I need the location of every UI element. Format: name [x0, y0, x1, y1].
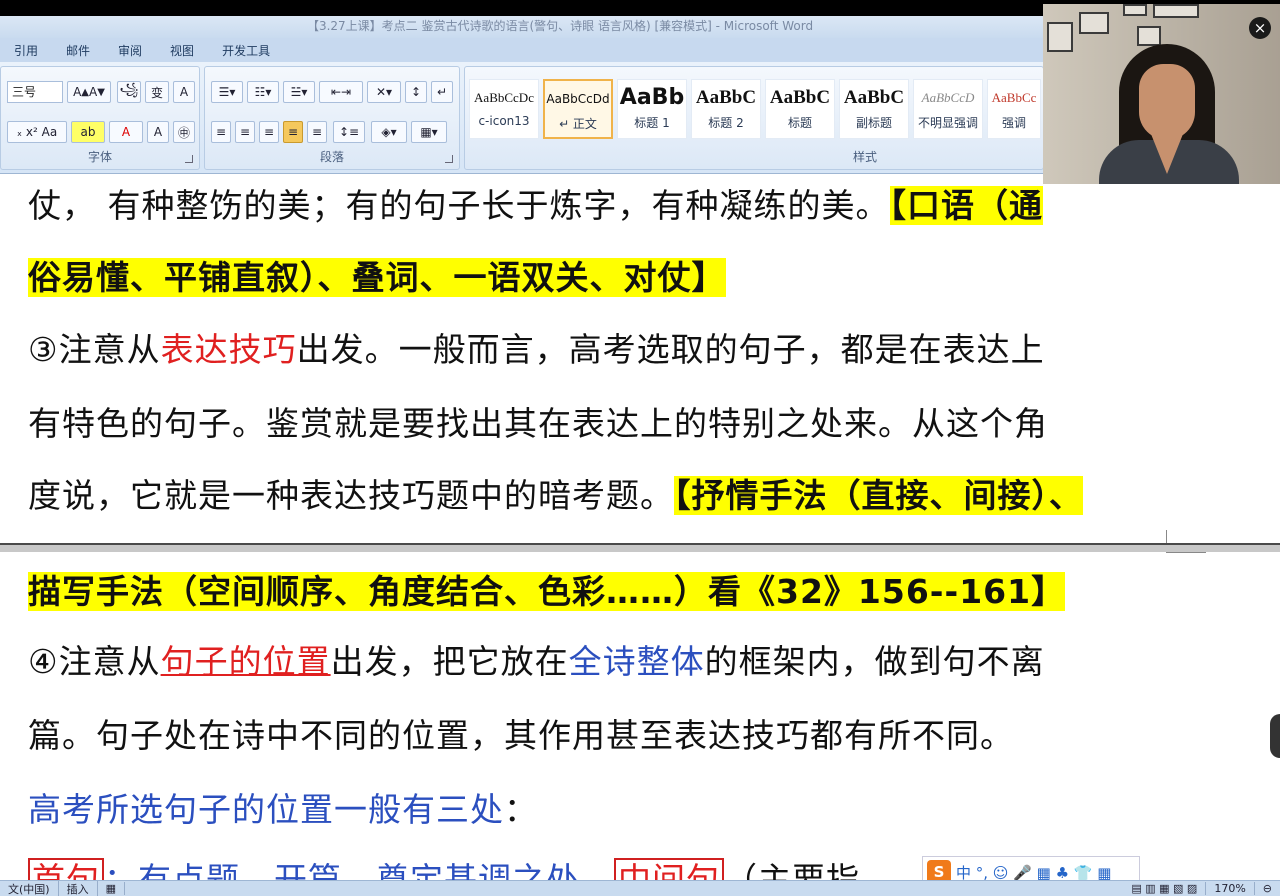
tab-references[interactable]: 引用	[0, 42, 52, 59]
char-shading-icon[interactable]: A	[173, 81, 195, 103]
boxed-keyword: 首句	[28, 858, 104, 880]
tab-mailings[interactable]: 邮件	[52, 42, 104, 59]
tab-developer[interactable]: 开发工具	[208, 42, 284, 59]
chinese-layout-icon[interactable]: ✕▾	[367, 81, 401, 103]
highlighted-text: 描写手法（空间顺序、角度结合、色彩……）看《32》156--161】	[28, 572, 1066, 611]
wall-frame	[1123, 4, 1147, 16]
doc-line-2: 俗易懂、平铺直叙）、叠词、一语双关、对仗】	[28, 248, 726, 308]
text-run: 仗， 有种整饬的美；有的句子长于炼字，有种凝练的美。	[28, 186, 890, 225]
sort-icon[interactable]: ↕	[405, 81, 427, 103]
style-title[interactable]: AaBbC 标题	[765, 79, 835, 139]
doc-line-6: 描写手法（空间顺序、角度结合、色彩……）看《32》156--161】	[28, 562, 1066, 622]
font-group: 三号 A ▲ A ▼ ꧁ 变 A ₓ x² Aa ab A A ㊥ 字体	[0, 66, 200, 170]
document-area[interactable]: 仗， 有种整饬的美；有的句子长于炼字，有种凝练的美。【口语（通 俗易懂、平铺直叙…	[0, 174, 1280, 880]
text-run: ④注意从	[28, 642, 161, 681]
paragraph-group: ☰▾ ☷▾ ☱▾ ⇤⇥ ✕▾ ↕ ↵ ≡ ≡ ≡ ≡ ≡ ↕≡ ◈▾ ▦▾ 段落	[204, 66, 460, 170]
styles-group: AaBbCcDc c-icon13 AaBbCcDd ↵ 正文 AaBb 标题 …	[464, 66, 1044, 170]
insert-mode-indicator[interactable]: 插入	[59, 880, 98, 896]
char-border-icon[interactable]: 变	[145, 81, 169, 103]
numbering-icon[interactable]: ☷▾	[247, 81, 279, 103]
wall-frame	[1079, 12, 1109, 34]
bullets-icon[interactable]: ☰▾	[211, 81, 243, 103]
zoom-out-icon[interactable]: ⊖	[1255, 882, 1280, 895]
highlighted-text: 俗易懂、平铺直叙）、叠词、一语双关、对仗】	[28, 258, 726, 297]
font-dialog-launcher-icon[interactable]	[185, 155, 193, 163]
text-run: 的框架内，做到句不离	[704, 642, 1045, 681]
char-shading-button[interactable]: A	[147, 121, 169, 143]
doc-line-7: ④注意从句子的位置出发，把它放在全诗整体的框架内，做到句不离	[28, 632, 1045, 692]
blue-heading: 高考所选句子的位置一般有三处	[28, 790, 504, 829]
paragraph-group-label: 段落	[319, 150, 344, 164]
doc-line-3: ③注意从表达技巧出发。一般而言，高考选取的句子，都是在表达上	[28, 320, 1045, 380]
style-normal[interactable]: AaBbCcDd ↵ 正文	[543, 79, 613, 139]
zoom-level[interactable]: 170%	[1206, 882, 1255, 895]
style-heading-2[interactable]: AaBbC 标题 2	[691, 79, 761, 139]
style-subtitle[interactable]: AaBbC 副标题	[839, 79, 909, 139]
justify-icon[interactable]: ≡	[283, 121, 303, 143]
text-run: ③注意从	[28, 330, 161, 369]
text-run: （主要指	[724, 860, 860, 880]
style-heading-1[interactable]: AaBb 标题 1	[617, 79, 687, 139]
align-right-icon[interactable]: ≡	[259, 121, 279, 143]
align-left-icon[interactable]: ≡	[211, 121, 231, 143]
blue-text: ：有点题、开篇、奠定基调之处。	[104, 860, 614, 880]
line-spacing-icon[interactable]: ↕≡	[333, 121, 365, 143]
boxed-keyword: 中间句	[614, 858, 724, 880]
style-emphasis[interactable]: AaBbCc 强调	[987, 79, 1041, 139]
grow-shrink-font-buttons[interactable]: A ▲ A ▼	[67, 81, 111, 103]
show-marks-icon[interactable]: ↵	[431, 81, 453, 103]
tab-review[interactable]: 审阅	[104, 42, 156, 59]
red-underlined-keyword: 句子的位置	[160, 642, 331, 681]
shading-icon[interactable]: ◈▾	[371, 121, 407, 143]
align-center-icon[interactable]: ≡	[235, 121, 255, 143]
phonetic-guide-icon[interactable]: ꧁	[117, 81, 141, 103]
page-corner-mark	[1166, 552, 1206, 553]
wall-frame	[1153, 4, 1199, 18]
text-run: ：	[504, 790, 538, 829]
close-icon[interactable]: ×	[1249, 17, 1271, 39]
language-indicator[interactable]: 文(中国)	[0, 880, 59, 896]
status-bar: 文(中国) 插入 ▦ ▤ ▥ ▦ ▧ ▨ 170% ⊖	[0, 880, 1280, 896]
macro-record-icon[interactable]: ▦	[98, 882, 125, 895]
styles-group-label: 样式	[852, 150, 877, 164]
wall-frame	[1047, 22, 1073, 52]
wall-frame	[1137, 26, 1161, 46]
doc-line-5: 度说，它就是一种表达技巧题中的暗考题。【抒情手法（直接、间接）、	[28, 466, 1083, 526]
tab-view[interactable]: 视图	[156, 42, 208, 59]
doc-line-10: 首句 ：有点题、开篇、奠定基调之处。 中间句 （主要指	[28, 850, 860, 880]
text-run: 度说，它就是一种表达技巧题中的暗考题。	[28, 476, 674, 515]
font-group-label: 字体	[87, 150, 112, 164]
webcam-overlay	[1043, 4, 1280, 184]
font-color-icon[interactable]: A	[109, 121, 143, 143]
page-gap	[0, 545, 1280, 552]
subscript-superscript-buttons[interactable]: ₓ x² Aa	[7, 121, 67, 143]
font-size-select[interactable]: 三号	[7, 81, 63, 103]
page-corner-mark	[1166, 530, 1206, 543]
red-keyword: 表达技巧	[160, 330, 297, 369]
text-run: 出发，把它放在	[330, 642, 569, 681]
view-buttons[interactable]: ▤ ▥ ▦ ▧ ▨	[1123, 882, 1207, 895]
presenter-face	[1139, 64, 1195, 140]
scroll-handle[interactable]	[1270, 714, 1280, 758]
style-c-icon13[interactable]: AaBbCcDc c-icon13	[469, 79, 539, 139]
highlighted-text: 【口语（通	[889, 186, 1043, 225]
distributed-icon[interactable]: ≡	[307, 121, 327, 143]
blue-keyword: 全诗整体	[568, 642, 705, 681]
highlight-color-icon[interactable]: ab	[71, 121, 105, 143]
borders-icon[interactable]: ▦▾	[411, 121, 447, 143]
multilevel-list-icon[interactable]: ☱▾	[283, 81, 315, 103]
style-subtle-emphasis[interactable]: AaBbCcD 不明显强调	[913, 79, 983, 139]
doc-line-8: 篇。句子处在诗中不同的位置，其作用甚至表达技巧都有所不同。	[28, 716, 1014, 755]
doc-line-9: 高考所选句子的位置一般有三处：	[28, 780, 538, 840]
highlighted-text: 【抒情手法（直接、间接）、	[674, 476, 1083, 515]
enclose-char-icon[interactable]: ㊥	[173, 121, 195, 143]
text-run: 出发。一般而言，高考选取的句子，都是在表达上	[296, 330, 1045, 369]
doc-line-4: 有特色的句子。鉴赏就是要找出其在表达上的特别之处来。从这个角	[28, 404, 1048, 443]
paragraph-dialog-launcher-icon[interactable]	[445, 155, 453, 163]
indent-buttons[interactable]: ⇤⇥	[319, 81, 363, 103]
doc-line-1: 仗， 有种整饬的美；有的句子长于炼字，有种凝练的美。【口语（通	[28, 176, 1043, 236]
